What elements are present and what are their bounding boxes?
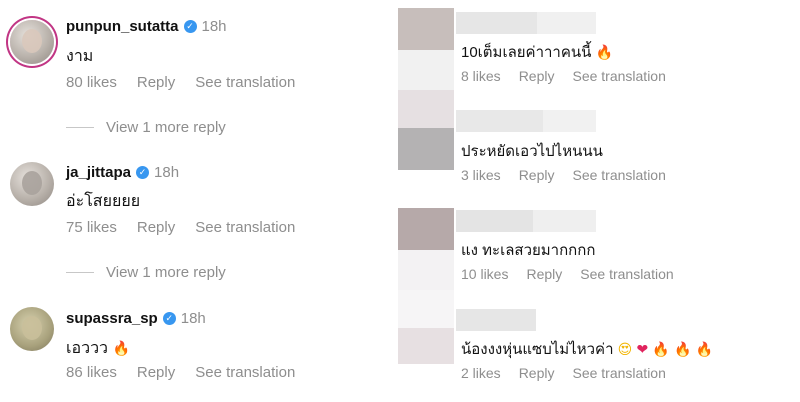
avatar[interactable] [10, 162, 54, 206]
comment-text: น้องงงหุ่นแซบไม่ไหวค่า 😍 ❤ 🔥 🔥 🔥 [461, 337, 713, 361]
username-link[interactable]: supassra_sp [66, 310, 158, 327]
comment-time: 18h [154, 164, 180, 181]
reply-button[interactable]: Reply [519, 365, 555, 381]
see-translation-button[interactable]: See translation [195, 219, 295, 236]
comment-time: 18h [201, 18, 227, 35]
see-translation-button[interactable]: See translation [580, 266, 673, 282]
see-translation-button[interactable]: See translation [572, 167, 665, 183]
comment-text: เอววว 🔥 [66, 336, 130, 361]
comment-actions: 80 likes Reply See translation [66, 74, 295, 91]
avatar[interactable] [10, 307, 54, 351]
likes-count[interactable]: 10 likes [461, 266, 508, 282]
comment-author: ja_jittapa ✓ 18h [66, 164, 179, 181]
likes-count[interactable]: 75 likes [66, 219, 117, 236]
fire-emoji-icon: 🔥 [112, 341, 130, 357]
fire-emoji-icon: 🔥 [695, 342, 714, 358]
see-translation-button[interactable]: See translation [195, 364, 295, 381]
divider-line [66, 272, 94, 273]
verified-badge-icon: ✓ [183, 20, 197, 33]
likes-count[interactable]: 8 likes [461, 68, 501, 84]
right-comments-panel: 10เต็มเลยค่าาาคนนี้ 🔥 8 likes Reply See … [398, 0, 800, 402]
blurred-area [398, 50, 454, 90]
view-more-replies[interactable]: View 1 more reply [66, 264, 226, 281]
comment-actions: 10 likes Reply See translation [461, 266, 674, 282]
redacted-username [456, 210, 596, 232]
left-comments-panel: punpun_sutatta ✓ 18h งาม 80 likes Reply … [0, 0, 380, 402]
verified-badge-icon: ✓ [136, 166, 150, 179]
blurred-avatar [398, 208, 454, 250]
blurred-area [398, 250, 454, 290]
view-more-replies-label: View 1 more reply [106, 264, 226, 281]
comment-actions: 8 likes Reply See translation [461, 68, 666, 84]
comment-actions: 3 likes Reply See translation [461, 167, 666, 183]
fire-emoji-icon: 🔥 [652, 342, 670, 358]
comment-text: อ่ะโสยยยย [66, 193, 141, 210]
blurred-avatar [398, 90, 454, 128]
view-more-replies-label: View 1 more reply [106, 119, 226, 136]
heart-eyes-emoji-icon: 😍 [617, 342, 633, 358]
reply-button[interactable]: Reply [137, 364, 175, 381]
blurred-area [398, 328, 454, 364]
reply-button[interactable]: Reply [137, 219, 175, 236]
likes-count[interactable]: 2 likes [461, 365, 501, 381]
comment-author: punpun_sutatta ✓ 18h [66, 18, 227, 35]
redacted-username [456, 12, 596, 34]
comment-actions: 86 likes Reply See translation [66, 364, 295, 381]
comment-actions: 75 likes Reply See translation [66, 219, 295, 236]
blurred-avatar [398, 8, 454, 50]
view-more-replies[interactable]: View 1 more reply [66, 119, 226, 136]
likes-count[interactable]: 3 likes [461, 167, 501, 183]
redacted-username [456, 309, 536, 331]
comment-text: งาม [66, 48, 94, 65]
comment-actions: 2 likes Reply See translation [461, 365, 666, 381]
divider-line [66, 127, 94, 128]
comment-text: ประหยัดเอวไปไหนนน [461, 143, 603, 160]
comment-text: 10เต็มเลยค่าาาคนนี้ 🔥 [461, 40, 613, 64]
username-link[interactable]: ja_jittapa [66, 164, 131, 181]
blurred-area [398, 128, 454, 170]
red-heart-emoji-icon: ❤ [636, 342, 649, 358]
blurred-avatar [398, 290, 454, 328]
redacted-username [456, 110, 596, 132]
fire-emoji-icon: 🔥 [595, 45, 614, 61]
see-translation-button[interactable]: See translation [572, 68, 665, 84]
reply-button[interactable]: Reply [519, 167, 555, 183]
comment-text-value: น้องงงหุ่นแซบไม่ไหวค่า [461, 341, 614, 358]
comment-text-value: 10เต็มเลยค่าาาคนนี้ [461, 44, 592, 61]
username-link[interactable]: punpun_sutatta [66, 18, 179, 35]
verified-badge-icon: ✓ [162, 312, 176, 325]
reply-button[interactable]: Reply [526, 266, 562, 282]
likes-count[interactable]: 80 likes [66, 74, 117, 91]
reply-button[interactable]: Reply [137, 74, 175, 91]
comment-author: supassra_sp ✓ 18h [66, 310, 206, 327]
see-translation-button[interactable]: See translation [195, 74, 295, 91]
see-translation-button[interactable]: See translation [572, 365, 665, 381]
comment-time: 18h [180, 310, 206, 327]
comment-text: แง ทะเลสวยมากกกก [461, 242, 596, 259]
likes-count[interactable]: 86 likes [66, 364, 117, 381]
fire-emoji-icon: 🔥 [673, 342, 692, 358]
comment-text-value: เอววว [66, 340, 109, 357]
reply-button[interactable]: Reply [519, 68, 555, 84]
avatar[interactable] [10, 20, 54, 64]
